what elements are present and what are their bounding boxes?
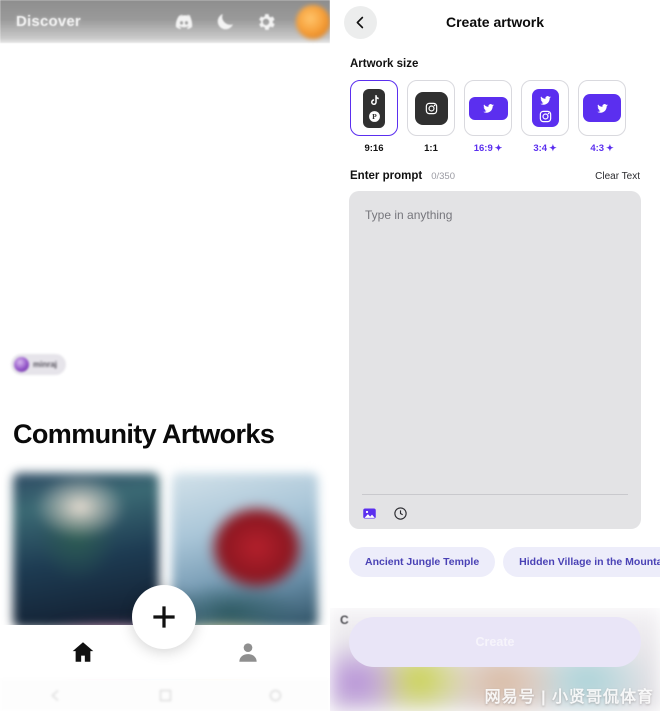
size-label-9-16: 9:16 [364, 143, 383, 154]
community-artworks-heading: Community Artworks [13, 419, 275, 449]
size-card-16-9 [464, 80, 512, 136]
home-icon [70, 639, 96, 665]
plus-icon [153, 606, 175, 628]
twitter-icon [482, 102, 495, 115]
prompt-toolbar [362, 506, 408, 521]
topbar-icon-group [173, 4, 330, 39]
user-badge[interactable]: minraj [11, 354, 67, 375]
size-ratio-text: 3:4 [533, 143, 548, 154]
aspect-preview-9-16: P [363, 88, 385, 128]
chevron-left-icon [356, 16, 364, 28]
instagram-icon [425, 102, 438, 115]
pro-sparkle-icon: ✦ [494, 143, 503, 153]
size-ratio-text: 16:9 [473, 143, 493, 154]
create-artwork-header: Create artwork [330, 0, 660, 44]
clear-text-button[interactable]: Clear Text [595, 171, 640, 182]
prompt-divider [362, 494, 628, 495]
svg-text:P: P [372, 112, 377, 121]
prompt-suggestions: Ancient Jungle Temple Hidden Village in … [349, 547, 660, 577]
size-option-4-3[interactable]: 4:3 ✦ [578, 80, 626, 154]
pinterest-icon: P [368, 110, 381, 123]
prompt-header: Enter prompt 0/350 Clear Text [350, 170, 640, 182]
pro-sparkle-icon: ✦ [549, 143, 557, 153]
size-ratio-text: 9:16 [364, 143, 384, 154]
size-label-4-3: 4:3 ✦ [590, 143, 613, 154]
aspect-preview-1-1 [414, 91, 448, 125]
size-option-16-9[interactable]: 16:9 ✦ [464, 80, 512, 154]
twitter-icon [539, 94, 552, 107]
gear-icon[interactable] [255, 11, 277, 33]
history-icon[interactable] [393, 506, 408, 521]
tiktok-icon [368, 94, 381, 107]
right-create-artwork-panel: Create artwork Artwork size P 9:16 1:1 1… [330, 0, 660, 711]
size-card-3-4 [521, 80, 569, 136]
size-ratio-text: 1:1 [424, 143, 438, 154]
user-badge-avatar [14, 357, 29, 372]
page-title: Create artwork [445, 14, 545, 30]
character-counter: 0/350 [431, 171, 455, 182]
size-label-1-1: 1:1 [424, 143, 438, 154]
aspect-preview-4-3 [583, 94, 621, 122]
artwork-size-options: P 9:16 1:1 16:9 ✦ 3:4 ✦ 4:3 ✦ [350, 80, 660, 154]
enter-prompt-label: Enter prompt [350, 170, 423, 182]
instagram-icon [539, 110, 552, 123]
create-button[interactable]: Create [349, 617, 641, 667]
system-navigation-bar [0, 679, 330, 711]
aspect-preview-3-4 [531, 89, 559, 127]
avatar[interactable] [296, 4, 330, 39]
artwork-size-label: Artwork size [350, 58, 419, 70]
create-fab-button[interactable] [132, 585, 196, 649]
size-option-1-1[interactable]: 1:1 [407, 80, 455, 154]
pro-sparkle-icon: ✦ [606, 143, 614, 153]
back-button[interactable] [344, 5, 377, 39]
image-upload-icon[interactable] [362, 506, 377, 521]
discover-topbar: Discover [0, 0, 330, 43]
sys-home-icon[interactable] [158, 688, 173, 703]
prompt-textarea[interactable]: Type in anything [349, 191, 641, 529]
twitter-icon [596, 102, 609, 115]
person-icon [235, 639, 261, 665]
size-option-3-4[interactable]: 3:4 ✦ [521, 80, 569, 154]
size-option-9-16[interactable]: P 9:16 [350, 80, 398, 154]
occluded-text: C [340, 613, 349, 627]
size-label-16-9: 16:9 ✦ [474, 143, 503, 154]
size-label-3-4: 3:4 ✦ [533, 143, 556, 154]
size-ratio-text: 4:3 [590, 143, 605, 154]
page-title: Discover [16, 13, 81, 30]
suggestion-chip[interactable]: Ancient Jungle Temple [349, 547, 496, 577]
aspect-preview-16-9 [468, 96, 508, 120]
sys-back-icon[interactable] [48, 688, 63, 703]
app-screenshot: Discover minraj Community Artworks Creat… [0, 0, 660, 711]
moon-icon[interactable] [214, 11, 236, 33]
size-card-1-1 [407, 80, 455, 136]
suggestion-chip[interactable]: Hidden Village in the Mountains [503, 547, 660, 577]
create-button-zone: C Create 网易号 | 小贤哥侃体育 [330, 608, 660, 711]
left-discover-panel: Discover minraj Community Artworks [0, 0, 330, 711]
size-card-9-16: P [350, 80, 398, 136]
nav-profile[interactable] [165, 639, 330, 665]
user-badge-label: minraj [33, 360, 58, 369]
discord-icon[interactable] [173, 11, 195, 33]
watermark: 网易号 | 小贤哥侃体育 [484, 689, 654, 706]
prompt-placeholder: Type in anything [365, 208, 453, 222]
nav-home[interactable] [0, 639, 165, 665]
size-card-4-3 [578, 80, 626, 136]
sys-recents-icon[interactable] [268, 688, 283, 703]
